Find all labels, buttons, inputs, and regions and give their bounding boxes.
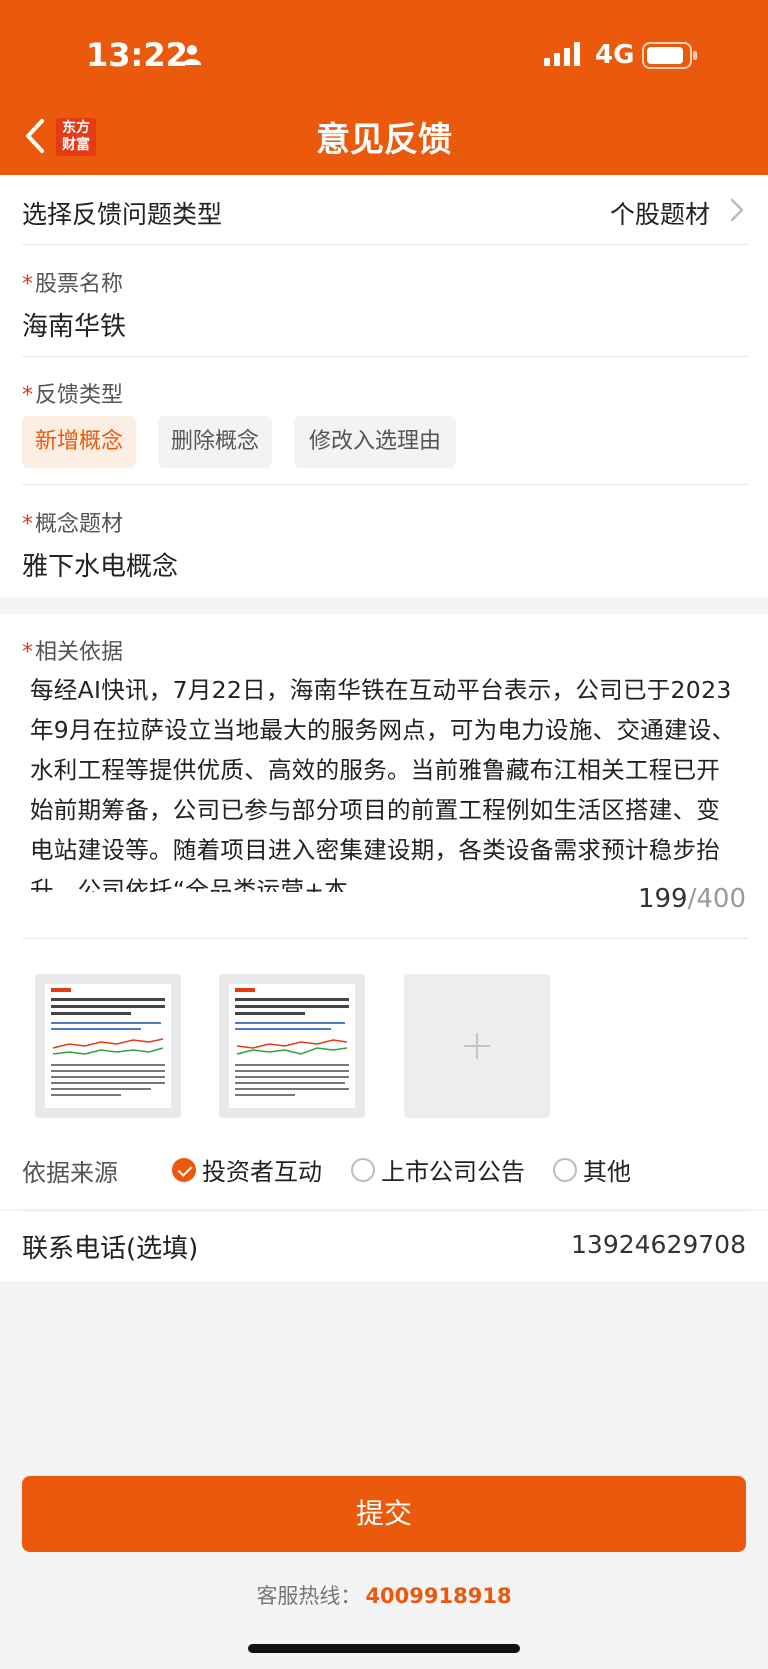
radio-investor-interaction[interactable]: 投资者互动 [172, 1152, 322, 1187]
chip-add-concept[interactable]: 新增概念 [22, 416, 136, 468]
feedback-type-label: *反馈类型 [22, 377, 123, 409]
feedback-type-label-text: 反馈类型 [35, 383, 124, 408]
attachment-thumbnail-2[interactable] [219, 974, 365, 1118]
hotline-label: 客服热线： [256, 1584, 362, 1608]
source-label: 依据来源 [22, 1159, 118, 1187]
issue-type-label: 选择反馈问题类型 [22, 200, 223, 229]
stock-name-value[interactable]: 海南华铁 [22, 306, 126, 343]
header-bar: 13:22 4G 东方 财富 意见反馈 [0, 0, 768, 175]
chip-edit-reason[interactable]: 修改入选理由 [294, 416, 456, 468]
basis-textarea[interactable]: 每经AI快讯，7月22日，海南华铁在互动平台表示，公司已于2023年9月在拉萨设… [30, 670, 740, 892]
screenshot-preview-icon [51, 988, 165, 1096]
stock-name-label-text: 股票名称 [35, 272, 124, 297]
home-indicator[interactable] [248, 1644, 520, 1653]
radio-unchecked-icon [351, 1157, 375, 1182]
network-label: 4G [595, 40, 635, 70]
signal-icon [544, 42, 580, 66]
divider [22, 484, 748, 485]
person-icon [183, 45, 201, 65]
radio-label: 投资者互动 [202, 1158, 322, 1186]
required-mark: * [22, 512, 33, 537]
thumbnail-preview [229, 984, 355, 1108]
divider [22, 356, 748, 357]
radio-label: 上市公司公告 [381, 1158, 525, 1186]
page-title: 意见反馈 [316, 120, 452, 160]
battery-icon [642, 42, 697, 69]
char-max: /400 [687, 884, 746, 914]
radio-label: 其他 [583, 1158, 631, 1186]
radio-unchecked-icon [553, 1157, 577, 1182]
issue-type-value[interactable]: 个股题材 [610, 195, 710, 231]
hotline-number[interactable]: 4009918918 [365, 1584, 511, 1608]
add-image-button[interactable] [404, 974, 550, 1118]
phone-input[interactable]: 13924629708 [571, 1230, 746, 1259]
radio-company-announcement[interactable]: 上市公司公告 [351, 1152, 525, 1187]
status-time: 13:22 [86, 36, 188, 74]
divider [22, 938, 748, 939]
concept-value[interactable]: 雅下水电概念 [22, 546, 178, 583]
thumbnail-preview [45, 984, 171, 1108]
required-mark: * [22, 640, 33, 665]
radio-checked-icon [172, 1157, 196, 1182]
submit-button[interactable]: 提交 [22, 1476, 746, 1552]
stock-name-label: *股票名称 [22, 266, 123, 298]
concept-label-text: 概念题材 [35, 512, 124, 537]
attachment-thumbnail-1[interactable] [35, 974, 181, 1118]
concept-label: *概念题材 [22, 506, 123, 538]
required-mark: * [22, 383, 33, 408]
required-mark: * [22, 272, 33, 297]
customer-hotline: 客服热线： 4009918918 [0, 1580, 768, 1610]
chevron-right-icon[interactable] [730, 198, 744, 222]
plus-icon-vertical [476, 1033, 478, 1059]
char-counter: 199/400 [638, 884, 746, 914]
divider [22, 244, 748, 245]
basis-label-text: 相关依据 [35, 640, 124, 665]
chip-remove-concept[interactable]: 删除概念 [158, 416, 272, 468]
radio-other[interactable]: 其他 [553, 1152, 631, 1187]
basis-label: *相关依据 [22, 634, 123, 666]
screenshot-preview-icon [235, 988, 349, 1096]
char-count: 199 [637, 884, 688, 914]
phone-label: 联系电话(选填) [22, 1234, 199, 1264]
